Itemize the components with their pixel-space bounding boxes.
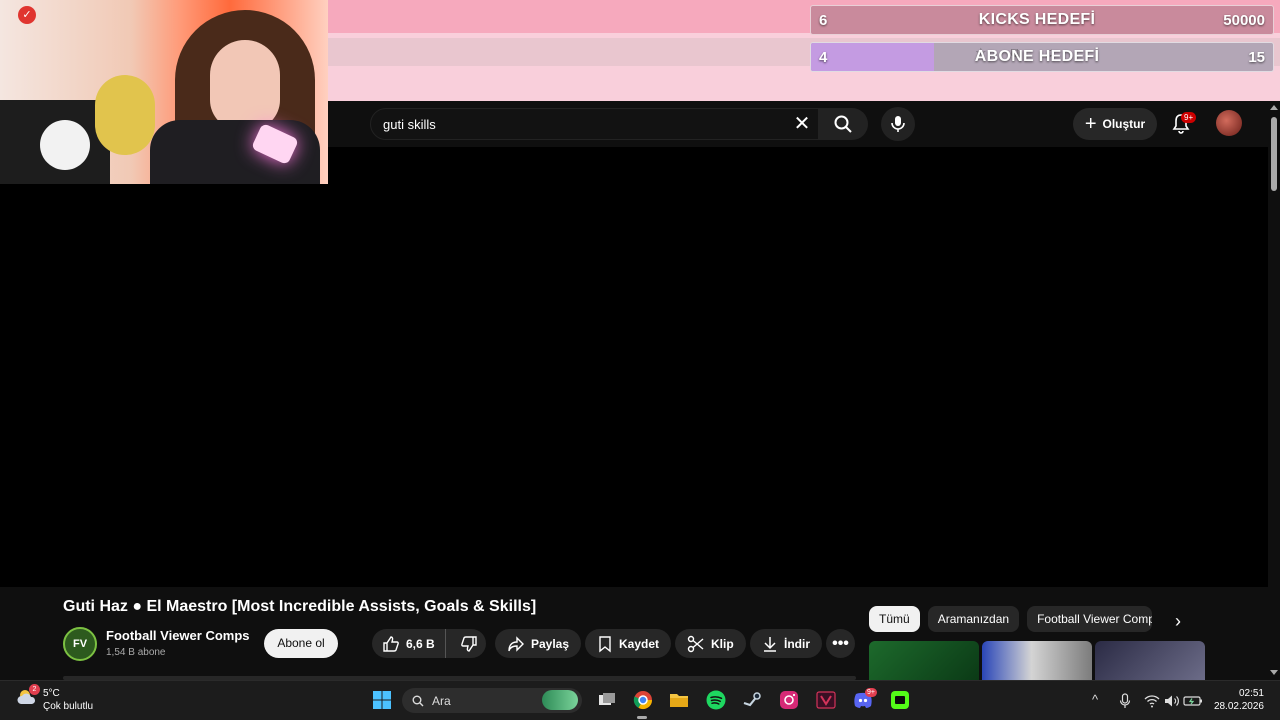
plus-icon: + (1084, 113, 1097, 135)
share-button[interactable]: Paylaş (495, 629, 582, 658)
download-label: İndir (784, 636, 810, 651)
subscribe-button[interactable]: Abone ol (264, 629, 338, 658)
steam-icon[interactable] (741, 689, 763, 711)
weather-description: Çok bulutlu (43, 701, 94, 712)
chips-next-arrow-icon[interactable]: › (1175, 612, 1193, 630)
chip-channel[interactable]: Football Viewer Comps (1027, 606, 1153, 632)
kicks-goal-label: KICKS HEDEFİ (978, 11, 1096, 28)
volume-icon[interactable] (1161, 690, 1183, 712)
discord-badge: 9+ (865, 688, 877, 697)
webcam-person-body (150, 120, 320, 184)
save-label: Kaydet (619, 636, 660, 651)
taskbar-search-placeholder: Ara (432, 693, 451, 708)
search-input-value: guti skills (383, 116, 436, 132)
microphone-icon (891, 116, 905, 132)
kick-app-icon[interactable] (889, 689, 911, 711)
more-dots-icon: ••• (832, 634, 849, 652)
microphone-tray-icon[interactable] (1114, 690, 1136, 712)
subscriber-goal-target: 15 (1248, 48, 1265, 66)
scroll-up-arrow-icon[interactable] (1270, 105, 1278, 110)
webcam-plush-yellow (95, 75, 155, 155)
related-video-thumbnail[interactable] (1095, 641, 1205, 680)
account-avatar[interactable] (1216, 110, 1242, 136)
download-icon (764, 636, 776, 652)
vegas-app-icon[interactable] (815, 689, 837, 711)
file-explorer-icon[interactable] (668, 689, 690, 711)
like-count: 6,6 B (406, 636, 435, 651)
related-chips: Tümü Aramanızdan Football Viewer Comps (869, 606, 1153, 632)
clock-date[interactable]: 28.02.2026 (1210, 701, 1264, 712)
kick-logo-icon: ✓ (18, 6, 36, 24)
like-button[interactable]: 6,6 B (372, 629, 446, 658)
related-video-thumbnail[interactable] (982, 641, 1092, 680)
video-player[interactable] (0, 147, 1268, 587)
weather-badge: 2 (29, 684, 40, 695)
thumbs-up-icon (383, 635, 399, 652)
download-button[interactable]: İndir (750, 629, 822, 658)
scissors-icon (687, 635, 704, 652)
notifications-badge: 9+ (1181, 112, 1197, 123)
wifi-icon[interactable] (1141, 690, 1163, 712)
share-arrow-icon (508, 635, 524, 652)
taskbar-search[interactable]: Ara (402, 688, 582, 713)
search-highlight-icon (542, 690, 578, 710)
create-button[interactable]: + Oluştur (1073, 108, 1157, 140)
clip-button[interactable]: Klip (675, 629, 746, 658)
weather-temperature: 5°C (43, 688, 60, 699)
share-label: Paylaş (531, 636, 570, 651)
channel-name[interactable]: Football Viewer Comps (106, 628, 250, 643)
bookmark-icon (599, 635, 611, 652)
search-icon (834, 115, 852, 133)
clear-search-icon[interactable]: ✕ (790, 112, 814, 136)
scroll-down-arrow-icon[interactable] (1270, 670, 1278, 675)
spotify-icon[interactable] (705, 689, 727, 711)
dislike-button[interactable] (452, 629, 486, 658)
search-icon (412, 695, 424, 706)
search-input[interactable]: guti skills (370, 108, 820, 140)
voice-search-button[interactable] (881, 107, 915, 141)
active-app-indicator (637, 716, 647, 719)
subscriber-goal-label: ABONE HEDEFİ (974, 48, 1100, 65)
windows-start-icon[interactable] (371, 689, 393, 711)
more-actions-button[interactable]: ••• (826, 629, 855, 658)
subscriber-goal-current: 4 (819, 48, 828, 66)
related-video-thumbnail[interactable] (869, 641, 979, 680)
channel-avatar[interactable]: FV (63, 627, 97, 661)
chrome-icon[interactable] (632, 689, 654, 711)
instagram-icon[interactable] (778, 689, 800, 711)
create-button-label: Oluştur (1102, 117, 1146, 131)
search-button[interactable] (818, 108, 868, 140)
task-view-icon[interactable] (596, 689, 618, 711)
webcam-person-face (210, 40, 280, 130)
clip-label: Klip (711, 636, 734, 651)
thumbs-down-icon (460, 635, 477, 652)
clock-time[interactable]: 02:51 (1222, 688, 1264, 699)
webcam-feed: ✓ (0, 0, 328, 184)
battery-icon[interactable] (1182, 690, 1204, 712)
kicks-goal-target: 50000 (1223, 11, 1265, 29)
like-dislike-group: 6,6 B (372, 629, 486, 658)
kicks-goal-bar: 6 KICKS HEDEFİ 50000 (810, 5, 1274, 35)
page-scrollbar[interactable] (1268, 101, 1280, 680)
webcam-plush-white (40, 120, 90, 170)
video-title: Guti Haz ● El Maestro [Most Incredible A… (63, 598, 537, 615)
chip-all[interactable]: Tümü (869, 606, 920, 632)
scrollbar-thumb[interactable] (1271, 117, 1277, 191)
chip-from-search[interactable]: Aramanızdan (927, 606, 1020, 632)
save-button[interactable]: Kaydet (585, 629, 672, 658)
channel-subscriber-count: 1,54 B abone (106, 647, 166, 658)
kicks-goal-current: 6 (819, 11, 828, 29)
tray-overflow-chevron-icon[interactable]: ^ (1092, 692, 1098, 707)
